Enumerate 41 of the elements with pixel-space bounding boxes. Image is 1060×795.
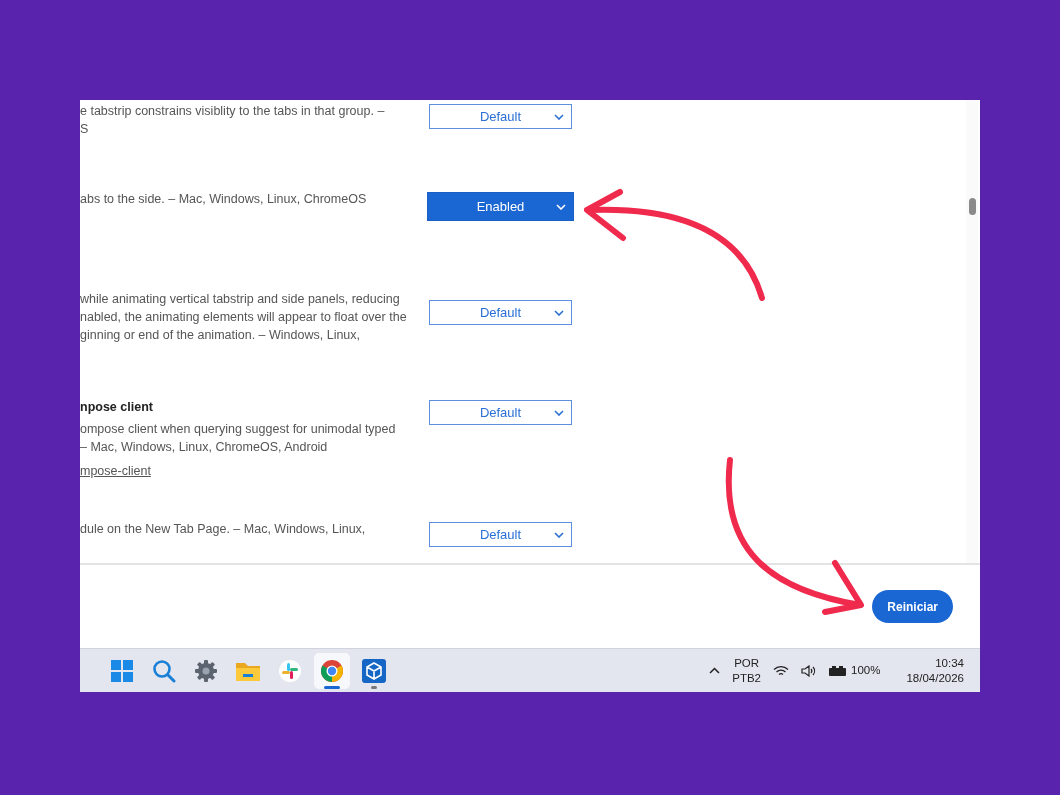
chevron-down-icon [556, 203, 566, 210]
flag-description: ompose client when querying suggest for unimodal typed [80, 422, 397, 437]
flag-dropdown[interactable]: Default [429, 300, 572, 325]
chevron-down-icon [554, 309, 564, 316]
restart-button[interactable]: Reiniciar [872, 590, 953, 623]
flag-description: dule on the New Tab Page. – Mac, Windows, Linux, [80, 522, 367, 537]
flag-dropdown[interactable]: Default [429, 104, 572, 129]
flag-description: nabled, the animating elements will appear to float over the [80, 310, 408, 325]
chevron-down-icon [554, 113, 564, 120]
scrollbar-thumb[interactable] [969, 198, 976, 215]
language-indicator[interactable]: PTB2 [732, 670, 761, 686]
chevron-down-icon [554, 409, 564, 416]
running-indicator [371, 685, 377, 689]
flag-description: abs to the side. – Mac, Windows, Linux, ChromeOS [80, 192, 368, 207]
cube-icon [362, 658, 386, 683]
wifi-icon[interactable] [773, 664, 789, 677]
flag-description: while animating vertical tabstrip and side panels, reducing [80, 292, 401, 307]
battery-icon[interactable] [828, 664, 848, 677]
flag-description: – Mac, Windows, Linux, ChromeOS, Android [80, 440, 329, 455]
caret-up-icon[interactable] [709, 667, 721, 674]
clock-time[interactable]: 10:34 [935, 655, 964, 671]
chevron-down-icon [554, 531, 564, 538]
language-indicator[interactable]: POR [734, 655, 760, 671]
flag-description: e tabstrip constrains visiblity to the tabs in that group. – [80, 104, 386, 119]
pinwheel-icon [279, 659, 301, 682]
clock-date[interactable]: 18/04/2026 [906, 670, 964, 686]
battery-percentage: 100% [851, 663, 881, 678]
running-indicator [324, 685, 340, 689]
flag-description: ginning or end of the animation. – Windows, Linux, [80, 328, 362, 343]
flag-description: S [80, 122, 90, 137]
flag-title: npose client [80, 400, 154, 415]
speaker-icon[interactable] [801, 664, 816, 677]
flag-dropdown[interactable]: Enabled [427, 192, 574, 221]
taskbar-app-button[interactable] [314, 652, 350, 689]
settings-icon [194, 658, 218, 683]
flag-dropdown[interactable]: Default [429, 522, 572, 547]
search-icon [152, 658, 176, 683]
flag-link[interactable]: mpose-client [80, 464, 427, 479]
browser-icon [320, 658, 344, 683]
flag-dropdown[interactable]: Default [429, 400, 572, 425]
windows-logo-icon [111, 659, 133, 682]
